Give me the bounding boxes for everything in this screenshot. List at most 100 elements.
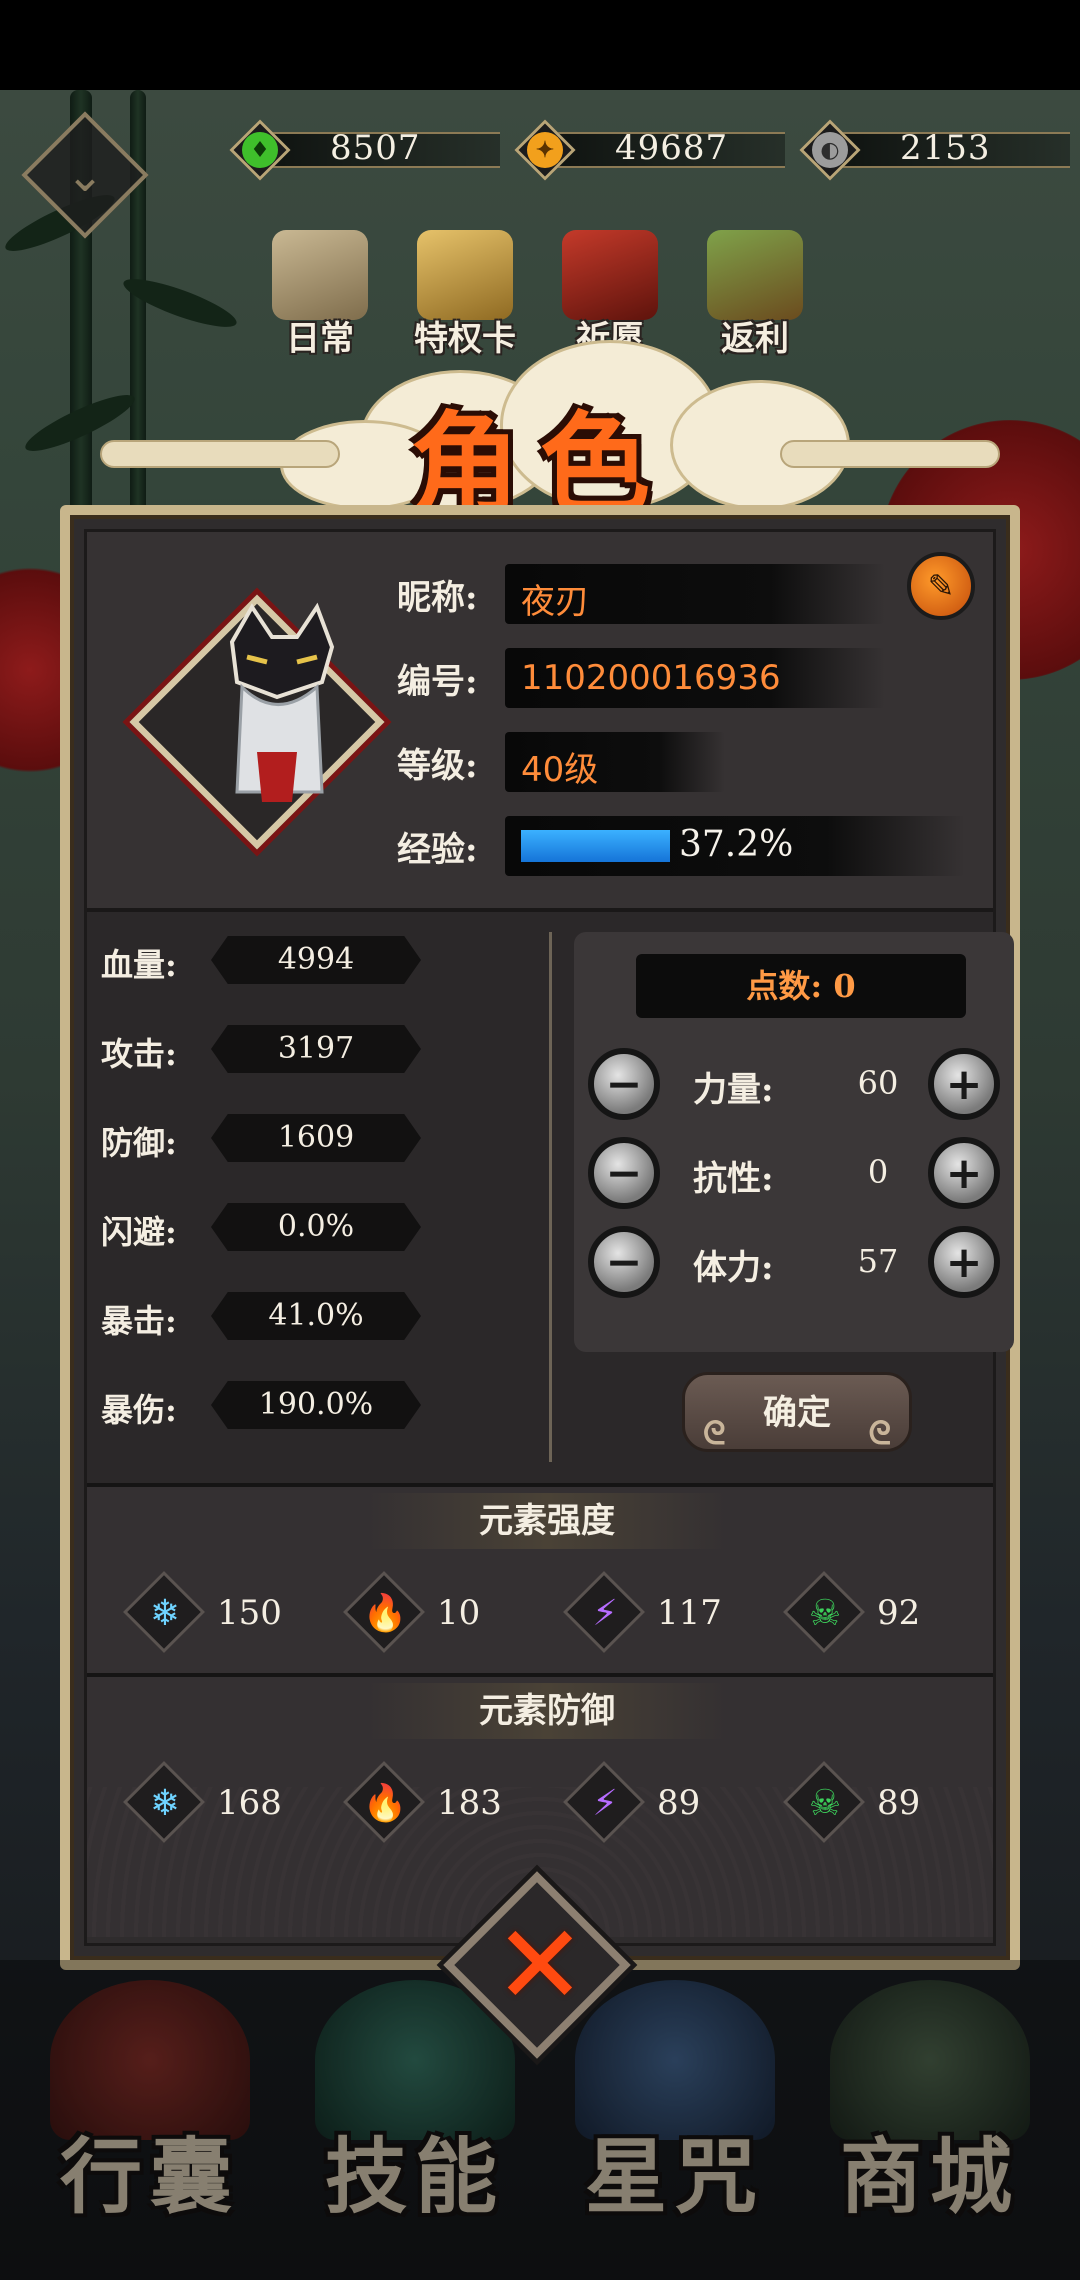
stat-attack: 攻击: 3197 xyxy=(101,1021,431,1077)
decrease-button[interactable]: − xyxy=(588,1048,660,1120)
profile-section: 昵称: 夜刃 ✎ 编号: 110200016936 等级: 40级 经验: 37… xyxy=(87,532,993,912)
increase-button[interactable]: + xyxy=(928,1137,1000,1209)
edit-nickname-button[interactable]: ✎ xyxy=(907,552,975,620)
minus-icon: − xyxy=(605,1236,643,1288)
id-row: 编号: 110200016936 xyxy=(397,648,977,708)
stat-label: 防御: xyxy=(101,1124,177,1162)
confirm-button[interactable]: ᘓ 确定 ᘓ xyxy=(682,1372,912,1452)
ice-icon: ❄ xyxy=(149,1592,181,1634)
element-ice-defense: ❄ 168 xyxy=(117,1760,337,1847)
exp-row: 经验: 37.2% xyxy=(397,816,977,876)
attr-value: 60 xyxy=(857,1064,899,1102)
increase-button[interactable]: + xyxy=(928,1226,1000,1298)
element-poison-strength: ☠ 92 xyxy=(777,1570,997,1657)
id-value: 110200016936 xyxy=(521,658,781,698)
stat-value: 41.0% xyxy=(211,1292,421,1340)
element-value: 10 xyxy=(437,1593,481,1633)
plus-icon: + xyxy=(945,1147,983,1199)
section-title: 元素强度 xyxy=(367,1493,727,1549)
attr-value: 0 xyxy=(867,1153,889,1191)
fire-icon: 🔥 xyxy=(362,1593,408,1634)
character-panel: 昵称: 夜刃 ✎ 编号: 110200016936 等级: 40级 经验: 37… xyxy=(60,505,1020,1970)
increase-button[interactable]: + xyxy=(928,1048,1000,1120)
green-jade-icon: ♦ xyxy=(242,132,278,168)
fire-icon: 🔥 xyxy=(362,1783,408,1824)
gold-coin-icon: ✦ xyxy=(527,132,563,168)
stat-value: 4994 xyxy=(211,936,421,984)
element-fire-strength: 🔥 10 xyxy=(337,1570,557,1657)
stat-label: 闪避: xyxy=(101,1213,177,1251)
currency-bar: ♦ 8507 ✦ 49687 ◐ 2153 xyxy=(229,119,1080,181)
stat-value: 190.0% xyxy=(211,1381,421,1429)
element-lightning-strength: ⚡ 117 xyxy=(557,1570,777,1657)
swirl-right-icon: ᘓ xyxy=(868,1414,891,1452)
element-value: 117 xyxy=(657,1593,722,1633)
element-value: 168 xyxy=(217,1783,282,1823)
plus-icon: + xyxy=(945,1236,983,1288)
attr-strength: − 力量: 60 + xyxy=(588,1042,1008,1122)
stat-hp: 血量: 4994 xyxy=(101,932,431,988)
decrease-button[interactable]: − xyxy=(588,1226,660,1298)
stat-value: 1609 xyxy=(211,1114,421,1162)
stat-label: 攻击: xyxy=(101,1035,177,1073)
torii-gate-icon xyxy=(562,230,658,320)
privilege-card-icon xyxy=(417,230,513,320)
currency-amount: 8507 xyxy=(330,128,421,168)
ice-icon: ❄ xyxy=(149,1782,181,1824)
attr-label: 体力: xyxy=(693,1248,774,1288)
stat-value: 3197 xyxy=(211,1025,421,1073)
nickname-label: 昵称: xyxy=(397,578,478,618)
stats-scrollbar[interactable] xyxy=(549,932,552,1462)
exp-percent: 37.2% xyxy=(679,824,794,865)
attr-stamina: − 体力: 57 + xyxy=(588,1220,1008,1300)
points-box: 点数: 0 − 力量: 60 + − 抗性: 0 + − 体力: 57 + xyxy=(574,932,1014,1352)
section-title: 元素防御 xyxy=(367,1683,727,1739)
status-bar xyxy=(0,0,1080,90)
stats-area: 血量: 4994 攻击: 3197 防御: 1609 闪避: 0.0% 暴击: … xyxy=(87,912,1014,1487)
level-label: 等级: xyxy=(397,746,478,786)
currency-amount: 49687 xyxy=(615,128,729,168)
chevron-down-icon: ⌄ xyxy=(65,148,105,202)
element-value: 150 xyxy=(217,1593,282,1633)
treasure-chest-icon xyxy=(707,230,803,320)
stat-value: 0.0% xyxy=(211,1203,421,1251)
minus-icon: − xyxy=(605,1058,643,1110)
plus-icon: + xyxy=(945,1058,983,1110)
lightning-icon: ⚡ xyxy=(592,1592,618,1634)
currency-amount: 2153 xyxy=(900,128,991,168)
currency-silver: ◐ 2153 xyxy=(799,119,1070,181)
currency-gold: ✦ 49687 xyxy=(514,119,785,181)
points-header: 点数: 0 xyxy=(636,954,966,1018)
close-icon[interactable]: ✕ xyxy=(470,1895,610,2035)
element-value: 183 xyxy=(437,1783,502,1823)
element-value: 92 xyxy=(877,1593,921,1633)
silver-orb-icon: ◐ xyxy=(812,132,848,168)
nickname-value: 夜刃 xyxy=(521,582,589,622)
scroll-icon xyxy=(272,230,368,320)
level-value: 40级 xyxy=(521,750,599,790)
element-fire-defense: 🔥 183 xyxy=(337,1760,557,1847)
poison-skull-icon: ☠ xyxy=(808,1592,842,1634)
stat-defense: 防御: 1609 xyxy=(101,1110,431,1166)
lightning-icon: ⚡ xyxy=(592,1782,618,1824)
decrease-button[interactable]: − xyxy=(588,1137,660,1209)
element-strength-section: 元素强度 ❄ 150 🔥 10 ⚡ 117 ☠ 92 xyxy=(87,1487,993,1677)
element-lightning-defense: ⚡ 89 xyxy=(557,1760,777,1847)
element-value: 89 xyxy=(877,1783,921,1823)
attr-value: 57 xyxy=(857,1242,899,1280)
id-label: 编号: xyxy=(397,662,478,702)
element-poison-defense: ☠ 89 xyxy=(777,1760,997,1847)
stat-label: 暴击: xyxy=(101,1302,177,1340)
currency-jade: ♦ 8507 xyxy=(229,119,500,181)
level-row: 等级: 40级 xyxy=(397,732,977,792)
confirm-label: 确定 xyxy=(763,1393,831,1433)
stat-crit: 暴击: 41.0% xyxy=(101,1288,431,1344)
poison-skull-icon: ☠ xyxy=(808,1782,842,1824)
exp-progress-bar xyxy=(521,830,670,862)
nickname-row: 昵称: 夜刃 xyxy=(397,564,977,624)
attr-label: 抗性: xyxy=(693,1159,774,1199)
attr-resistance: − 抗性: 0 + xyxy=(588,1131,1008,1211)
stat-label: 血量: xyxy=(101,946,177,984)
minus-icon: − xyxy=(605,1147,643,1199)
attr-label: 力量: xyxy=(693,1070,774,1110)
